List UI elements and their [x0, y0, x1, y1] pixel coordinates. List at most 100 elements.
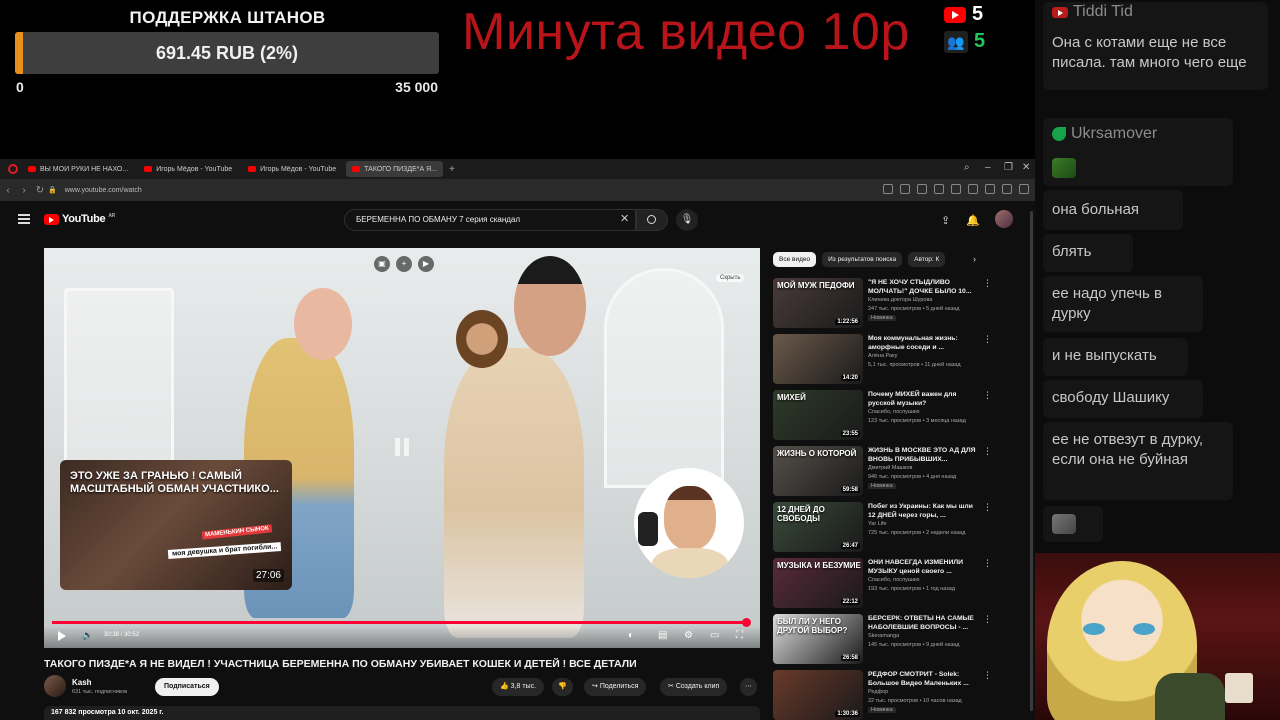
maximize-icon[interactable]: ❐ [1004, 162, 1013, 173]
list-icon[interactable] [968, 184, 978, 194]
search-input[interactable]: БЕРЕМЕННА ПО ОБМАНУ 7 серия скандал [344, 209, 636, 231]
close-icon[interactable]: ✕ [1022, 162, 1030, 173]
recommendation-title[interactable]: "Я НЕ ХОЧУ СТЫДЛИВО МОЛЧАТЬ!" ДОЧКЕ БЫЛО… [868, 278, 978, 296]
recommendation-channel[interactable]: Алёна Раку [868, 353, 897, 359]
settings-gear-icon[interactable]: ⚙ [684, 630, 693, 641]
chip-from-search[interactable]: Из результатов поиска [822, 252, 903, 267]
recommendation-item[interactable]: 1:30:36 РЕДФОР СМОТРИТ - Solek: Большое В… [773, 670, 1023, 720]
fullscreen-icon[interactable]: ⛶ [736, 630, 743, 641]
more-vert-icon[interactable]: ⋮ [983, 390, 992, 401]
more-vert-icon[interactable]: ⋮ [983, 558, 992, 569]
search-button[interactable] [636, 209, 668, 231]
search-tabs-icon[interactable]: ⌕ [964, 162, 970, 173]
recommendation-title[interactable]: Побег из Украины: Как мы шли 12 ДНЕЙ чер… [868, 502, 978, 520]
recommendation-channel[interactable]: Спасибо, послушаю [868, 409, 919, 415]
reload-icon[interactable]: ↻ [32, 185, 48, 196]
subscribe-button[interactable]: Подписаться [155, 678, 219, 696]
recommendation-item[interactable]: 14:20 Моя коммунальная жизнь: аморфные со… [773, 334, 1023, 388]
settings-icon[interactable] [1019, 184, 1029, 194]
recommendation-thumbnail[interactable]: 1:30:36 [773, 670, 863, 720]
download-icon[interactable] [985, 184, 995, 194]
recommendation-channel[interactable]: Дмитрий Машков [868, 465, 912, 471]
scrollbar[interactable] [1030, 211, 1033, 711]
extension-icon[interactable] [883, 184, 893, 194]
recommendation-title[interactable]: БЕРСЕРК: ОТВЕТЫ НА САМЫЕ НАБОЛЕВШИЕ ВОПР… [868, 614, 978, 632]
hide-button[interactable]: Скрыть [716, 274, 745, 282]
more-vert-icon[interactable]: ⋮ [983, 334, 992, 345]
recommendation-title[interactable]: Почему МИХЕЙ важен для русской музыки? [868, 390, 978, 408]
back-icon[interactable]: ‹ [0, 185, 16, 196]
profile-icon[interactable] [1002, 184, 1012, 194]
dislike-button[interactable]: 👎 [552, 678, 573, 696]
camera-icon[interactable] [900, 184, 910, 194]
chip-all-videos[interactable]: Все видео [773, 252, 817, 267]
more-vert-icon[interactable]: ⋮ [983, 278, 992, 289]
video-player[interactable]: ▣ + ▶ Скрыть ЭТО УЖЕ ЗА ГРАНЬЮ ! САМЫЙ М… [44, 248, 760, 648]
recommendation-channel[interactable]: Клиника доктора Шурова [868, 297, 932, 303]
clear-search-icon[interactable]: ✕ [620, 212, 629, 225]
pause-icon[interactable] [380, 434, 424, 462]
shield-icon[interactable] [917, 184, 927, 194]
forward-icon[interactable]: › [16, 185, 32, 196]
theater-mode-icon[interactable]: ▭ [710, 630, 719, 641]
more-vert-icon[interactable]: ⋮ [983, 502, 992, 513]
upload-icon[interactable]: ⇪ [941, 214, 950, 227]
volume-icon[interactable]: 🔈 [82, 630, 93, 641]
chevron-right-icon[interactable]: › [973, 254, 976, 264]
progress-bar[interactable] [52, 618, 752, 627]
recommendation-item[interactable]: МИХЕЙ 23:55 Почему МИХЕЙ важен для русской… [773, 390, 1023, 444]
new-tab-icon[interactable]: + [449, 164, 455, 175]
browser-tab[interactable]: Игорь Мёдов - YouTube [138, 161, 238, 177]
recommendation-item[interactable]: ЖИЗНЬ О КОТОРОЙ 59:58 ЖИЗНЬ В МОСКВЕ ЭТО А… [773, 446, 1023, 500]
add-icon[interactable]: + [396, 256, 412, 272]
recommendation-title[interactable]: ОНИ НАВСЕГДА ИЗМЕНИЛИ МУЗЫКУ ценой своег… [868, 558, 978, 576]
more-vert-icon[interactable]: ⋮ [983, 446, 992, 457]
heart-icon[interactable] [951, 184, 961, 194]
play-icon[interactable] [934, 184, 944, 194]
views-and-date[interactable]: 167 832 просмотра 10 окт. 2025 г. [44, 706, 760, 720]
recommendation-item[interactable]: МОЙ МУЖ ПЕДОФИ 1:22:56 "Я НЕ ХОЧУ СТЫДЛИВО… [773, 278, 1023, 332]
play-icon[interactable] [58, 631, 66, 641]
minimize-icon[interactable]: – [985, 162, 991, 173]
browser-tab[interactable]: ВЫ МОИ РУКИ НЕ НАХО... [22, 161, 134, 177]
opera-icon[interactable] [8, 164, 18, 174]
avatar[interactable] [995, 210, 1013, 228]
like-button[interactable]: 👍 3,8 тыс. [492, 678, 545, 696]
channel-name[interactable]: Kash [72, 678, 92, 687]
autoplay-icon[interactable]: ▶ [418, 256, 434, 272]
chip-author[interactable]: Автор: К [908, 252, 946, 267]
recommendation-thumbnail[interactable]: 14:20 [773, 334, 863, 384]
recommendation-item[interactable]: МУЗЫКА И БЕЗУМИЕ 22:12 ОНИ НАВСЕГДА ИЗМЕНИ… [773, 558, 1023, 612]
recommendation-thumbnail[interactable]: ЖИЗНЬ О КОТОРОЙ 59:58 [773, 446, 863, 496]
autoplay-toggle-icon[interactable]: ◐ [628, 630, 634, 641]
more-actions-icon[interactable]: ⋯ [740, 678, 757, 696]
recommendation-title[interactable]: ЖИЗНЬ В МОСКВЕ ЭТО АД ДЛЯ ВНОВЬ ПРИБЫВШИ… [868, 446, 978, 464]
recommendation-item[interactable]: 12 ДНЕЙ ДО СВОБОДЫ 26:47 Побег из Украины:… [773, 502, 1023, 556]
browser-tab-active[interactable]: ТАКОГО ПИЗДЕ*А Я... [346, 161, 443, 177]
miniplayer-icon[interactable]: ▣ [374, 256, 390, 272]
youtube-logo[interactable]: YouTube AR [44, 213, 115, 225]
recommendation-item[interactable]: БЫЛ ЛИ У НЕГО ДРУГОЙ ВЫБОР? 26:58 БЕРСЕРК:… [773, 614, 1023, 668]
recommendation-thumbnail[interactable]: МОЙ МУЖ ПЕДОФИ 1:22:56 [773, 278, 863, 328]
recommendation-channel[interactable]: Skeramanga [868, 633, 899, 639]
recommendation-channel[interactable]: Спасибо, послушаю [868, 577, 919, 583]
recommendation-thumbnail[interactable]: МИХЕЙ 23:55 [773, 390, 863, 440]
recommendation-title[interactable]: РЕДФОР СМОТРИТ - Solek: Большое Видео Ма… [868, 670, 978, 688]
more-vert-icon[interactable]: ⋮ [983, 670, 992, 681]
recommendation-channel[interactable]: Yar Life [868, 521, 887, 527]
url-field[interactable]: www.youtube.com/watch [65, 187, 142, 194]
recommendation-thumbnail[interactable]: МУЗЫКА И БЕЗУМИЕ 22:12 [773, 558, 863, 608]
subtitles-icon[interactable]: ▤ [658, 630, 667, 641]
notifications-icon[interactable]: 🔔 [966, 214, 980, 227]
recommendation-thumbnail[interactable]: БЫЛ ЛИ У НЕГО ДРУГОЙ ВЫБОР? 26:58 [773, 614, 863, 664]
menu-icon[interactable] [18, 214, 30, 224]
recommendation-channel[interactable]: Редфор [868, 689, 888, 695]
microphone-icon[interactable]: 🎙 [676, 209, 698, 231]
recommendation-title[interactable]: Моя коммунальная жизнь: аморфные соседи … [868, 334, 978, 352]
more-vert-icon[interactable]: ⋮ [983, 614, 992, 625]
recommendation-thumbnail[interactable]: 12 ДНЕЙ ДО СВОБОДЫ 26:47 [773, 502, 863, 552]
browser-tab[interactable]: Игорь Мёдов - YouTube [242, 161, 342, 177]
clip-button[interactable]: ✂ Создать клип [660, 678, 728, 696]
share-button[interactable]: ↪ Поделиться [584, 678, 647, 696]
channel-avatar[interactable] [44, 675, 66, 697]
